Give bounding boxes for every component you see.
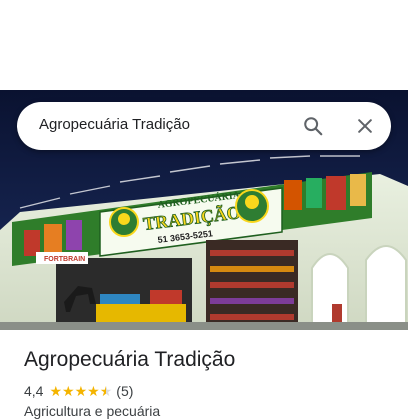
star-half-icon: ★ (99, 383, 113, 399)
star-icon: ★ (62, 383, 75, 399)
logo-right (235, 189, 269, 223)
sidewalk (0, 322, 408, 330)
small-sign-text: FORTBRAIN (44, 256, 85, 263)
place-category: Agricultura e pecuária (24, 403, 161, 419)
place-name: Agropecuária Tradição (24, 348, 236, 371)
star-icon: ★ (49, 383, 63, 399)
close-icon (358, 119, 372, 133)
search-bar[interactable]: Agropecuária Tradição (17, 102, 391, 150)
place-info-panel: Agropecuária Tradição 4,4 ★ ★ ★ ★ ★ (5) … (0, 330, 408, 420)
rating-stars: ★ ★ ★ ★ ★ (49, 384, 112, 398)
rating-value: 4,4 (24, 383, 44, 399)
search-button[interactable] (297, 110, 329, 142)
clear-search-button[interactable] (349, 110, 381, 142)
star-icon: ★ (87, 383, 100, 399)
arch-right (365, 245, 407, 330)
arch-left (311, 253, 349, 330)
search-query[interactable]: Agropecuária Tradição (39, 116, 190, 133)
logo-left (109, 207, 139, 237)
top-blank-area (0, 0, 408, 90)
review-count[interactable]: (5) (116, 383, 133, 399)
search-icon (304, 117, 323, 136)
star-icon: ★ (74, 383, 88, 399)
rating-row[interactable]: 4,4 ★ ★ ★ ★ ★ (5) (24, 383, 133, 399)
